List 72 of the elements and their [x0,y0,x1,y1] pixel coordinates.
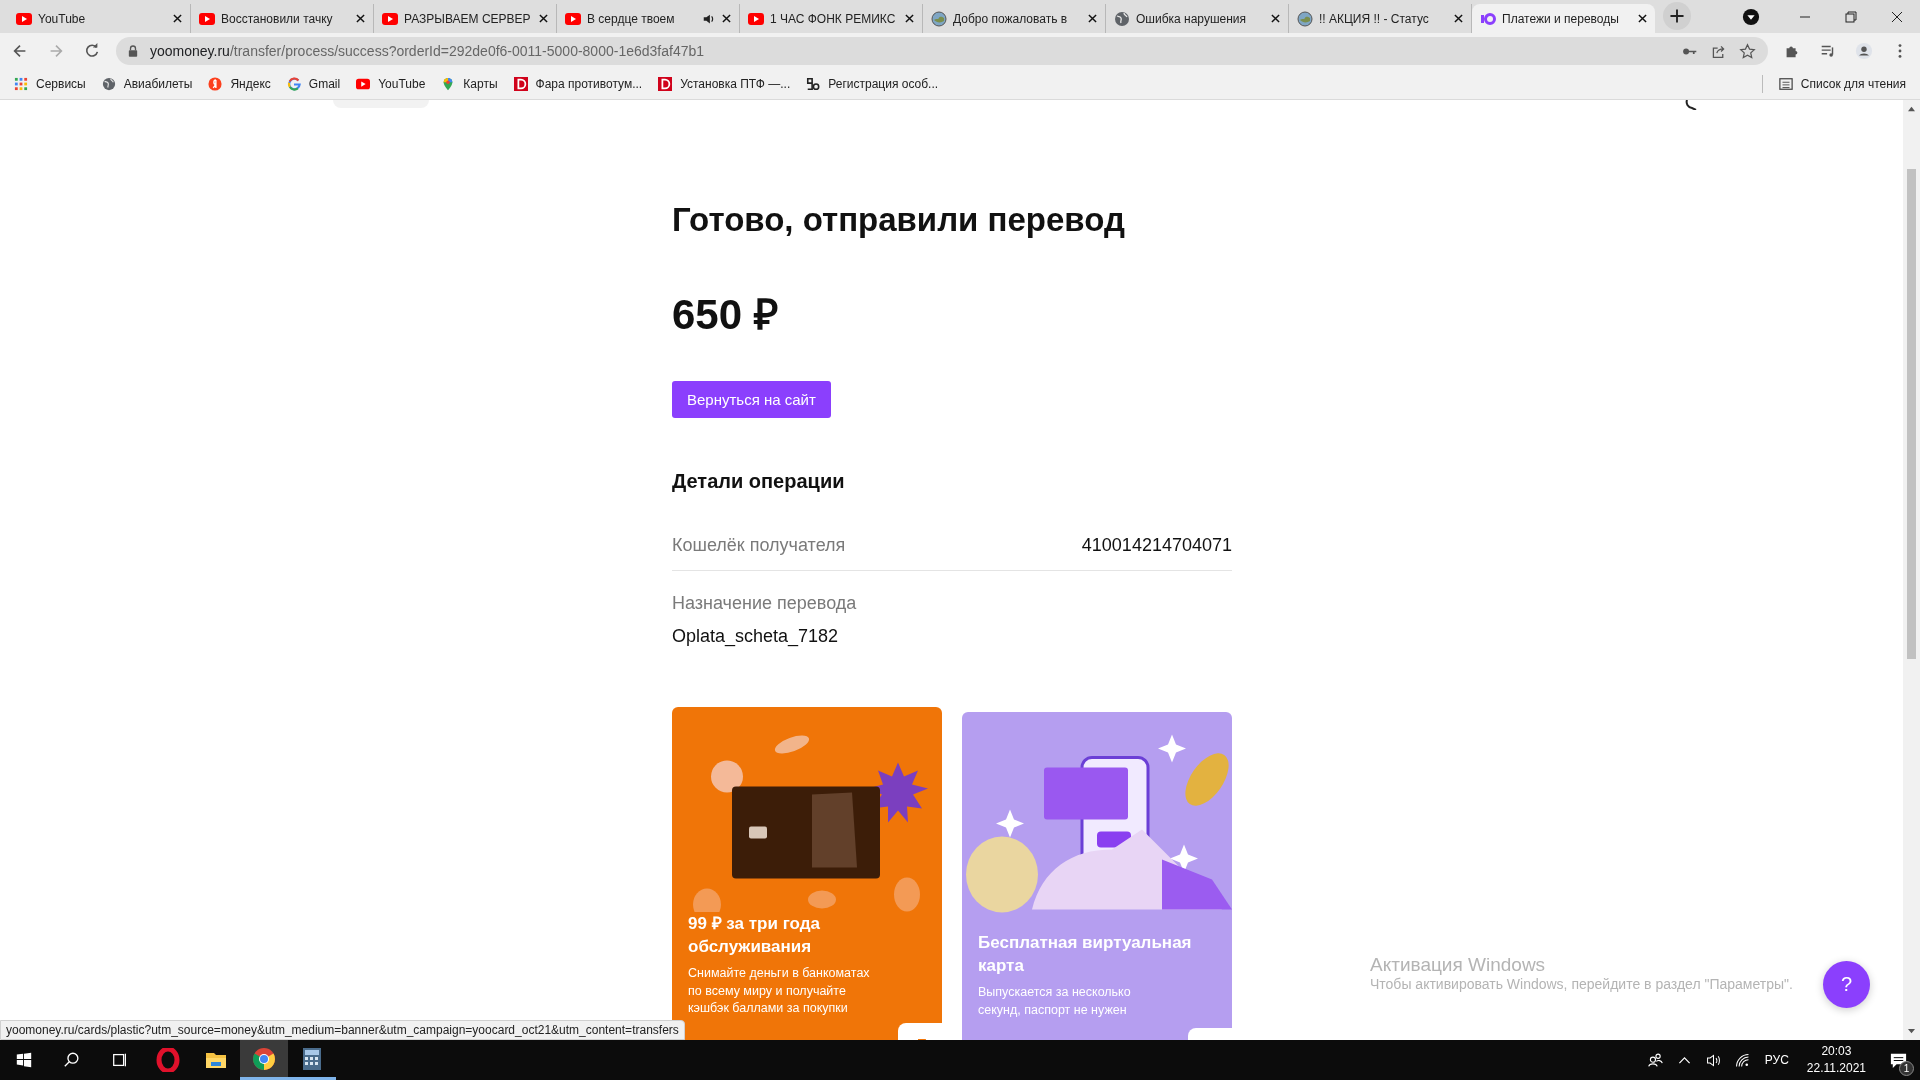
close-tab-icon[interactable] [905,14,914,23]
activation-title: Активация Windows [1370,954,1547,976]
new-tab-icon[interactable] [1663,2,1691,30]
activation-text: Чтобы активировать Windows, перейдите в раздел "Параметры". [1370,976,1793,992]
d-letter-logo-icon [658,77,673,91]
detail-label: Кошелёк получателя [672,534,846,556]
list-icon [1778,77,1793,91]
d-letter-logo-icon [513,77,528,91]
notification-center-button[interactable]: 1 [1876,1040,1920,1080]
address-bar[interactable]: yoomoney.ru/transfer/process/success?orderId=292de0f6-0011-5000-8000-1e6d3faf47b1 [116,37,1768,65]
detail-value: Oplata_scheta_7182 [672,625,840,647]
bookmark[interactable]: Gmail [286,77,341,91]
close-tab-icon[interactable] [539,14,548,23]
language-indicator[interactable]: РУС [1764,1053,1789,1067]
close-tab-icon[interactable] [356,14,365,23]
site-logo-icon [806,77,821,91]
yandex-logo-icon [208,77,223,91]
bookmark[interactable]: Карты [441,77,498,91]
close-tab-icon[interactable] [173,14,182,23]
bookmark[interactable]: Регистрация особ... [806,77,939,91]
scrollbar[interactable] [1903,100,1920,1040]
close-tab-icon[interactable] [1271,14,1280,23]
globe-icon [1114,10,1130,27]
clock[interactable]: 20:03 22.11.2021 [1806,1043,1866,1077]
return-to-site-button[interactable]: Вернуться на сайт [672,380,831,418]
close-tab-icon[interactable] [1638,14,1647,23]
calculator-icon [300,1046,324,1071]
google-logo-icon [286,77,301,91]
details-heading: Детали операции [672,469,846,493]
planet-icon [1297,10,1313,27]
promo-description: Выпускается за несколько секунд, паспорт не нужен [978,984,1132,1019]
planet-icon [931,10,947,27]
play-logo-icon [748,10,764,27]
scroll-down-arrow-icon[interactable] [1907,1028,1916,1035]
play-logo-icon [356,77,371,91]
bookmark[interactable]: Фара противотум... [513,77,643,91]
bookmark[interactable]: Установка ПТФ —... [658,77,791,91]
browser-tab[interactable]: Платежи и переводы [1472,4,1655,33]
play-logo-icon [382,10,398,27]
bookmark[interactable]: Яндекс [208,77,271,91]
play-logo-icon [199,10,215,27]
promo-description: Снимайте деньги в банкоматах по всему миру и получайте кэшбэк баллами за покупки [688,965,871,1018]
taskbar-app[interactable] [240,1040,288,1080]
close-tab-icon[interactable] [1454,14,1463,23]
close-tab-icon[interactable] [1088,14,1097,23]
scroll-thumb[interactable] [1907,169,1916,659]
lock-icon [128,45,138,57]
detail-label: Назначение перевода [672,592,858,614]
url-text: yoomoney.ru/transfer/process/success?orderId=292de0f6-0011-5000-8000-1e6d3faf47b1 [150,43,705,59]
detail-value: 410014214704071 [1081,534,1232,556]
close-tab-icon[interactable] [722,14,731,23]
reading-list-button[interactable]: Список для чтения [1778,77,1906,91]
star-icon[interactable] [1739,42,1756,60]
apps-grid-icon [14,77,28,91]
success-heading: Готово, отправили перевод [672,200,1126,240]
bookmark[interactable]: Авиабилеты [101,77,193,91]
help-button[interactable]: ? [1823,961,1870,1008]
bookmark[interactable]: YouTube [356,77,426,91]
chrome-logo-icon [252,1046,276,1071]
scroll-up-arrow-icon[interactable] [1907,105,1916,112]
bookmark[interactable]: Сервисы [14,77,86,91]
play-logo-icon [16,10,32,27]
notification-count: 1 [1899,1061,1914,1076]
link-status-bar: yoomoney.ru/cards/plastic?utm_source=money&utm_medium=banner&utm_campaign=yoocard_oct21&utm_content=transfers [0,1020,685,1040]
ring-logo-icon [156,1048,180,1072]
promo-title: Бесплатная виртуальная карта [978,931,1193,978]
play-logo-icon [565,10,581,27]
promo-title: 99 ₽ за три года обслуживания [688,912,821,959]
dropdown-icon[interactable] [1742,7,1760,26]
amount-text: 650 ₽ [672,289,779,340]
globe-icon [101,77,116,91]
yoomoney-logo-icon [1480,10,1496,27]
